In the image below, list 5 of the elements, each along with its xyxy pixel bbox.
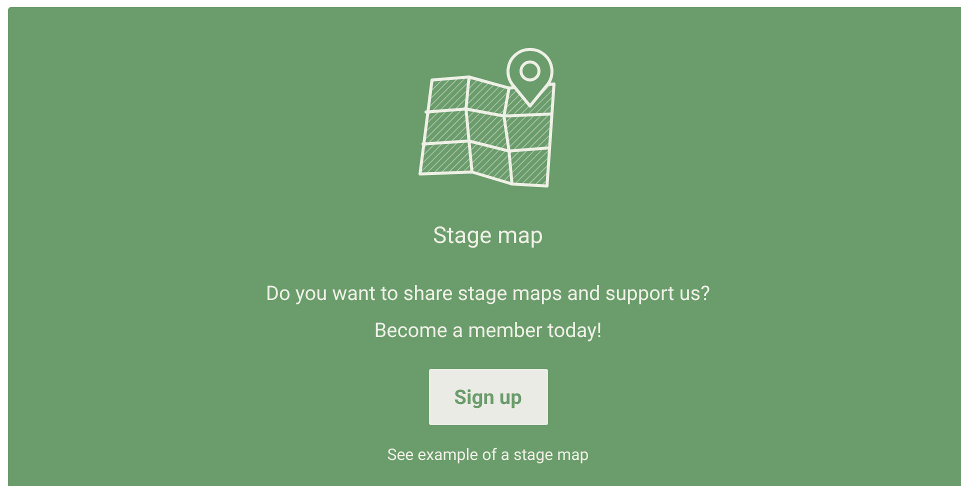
- example-link[interactable]: See example of a stage map: [387, 443, 589, 467]
- panel-title: Stage map: [432, 221, 544, 251]
- message-text: Become a member today!: [374, 317, 602, 344]
- message-text: Do you want to share stage maps and support us?: [266, 280, 710, 307]
- sign-up-button[interactable]: Sign up: [428, 369, 548, 425]
